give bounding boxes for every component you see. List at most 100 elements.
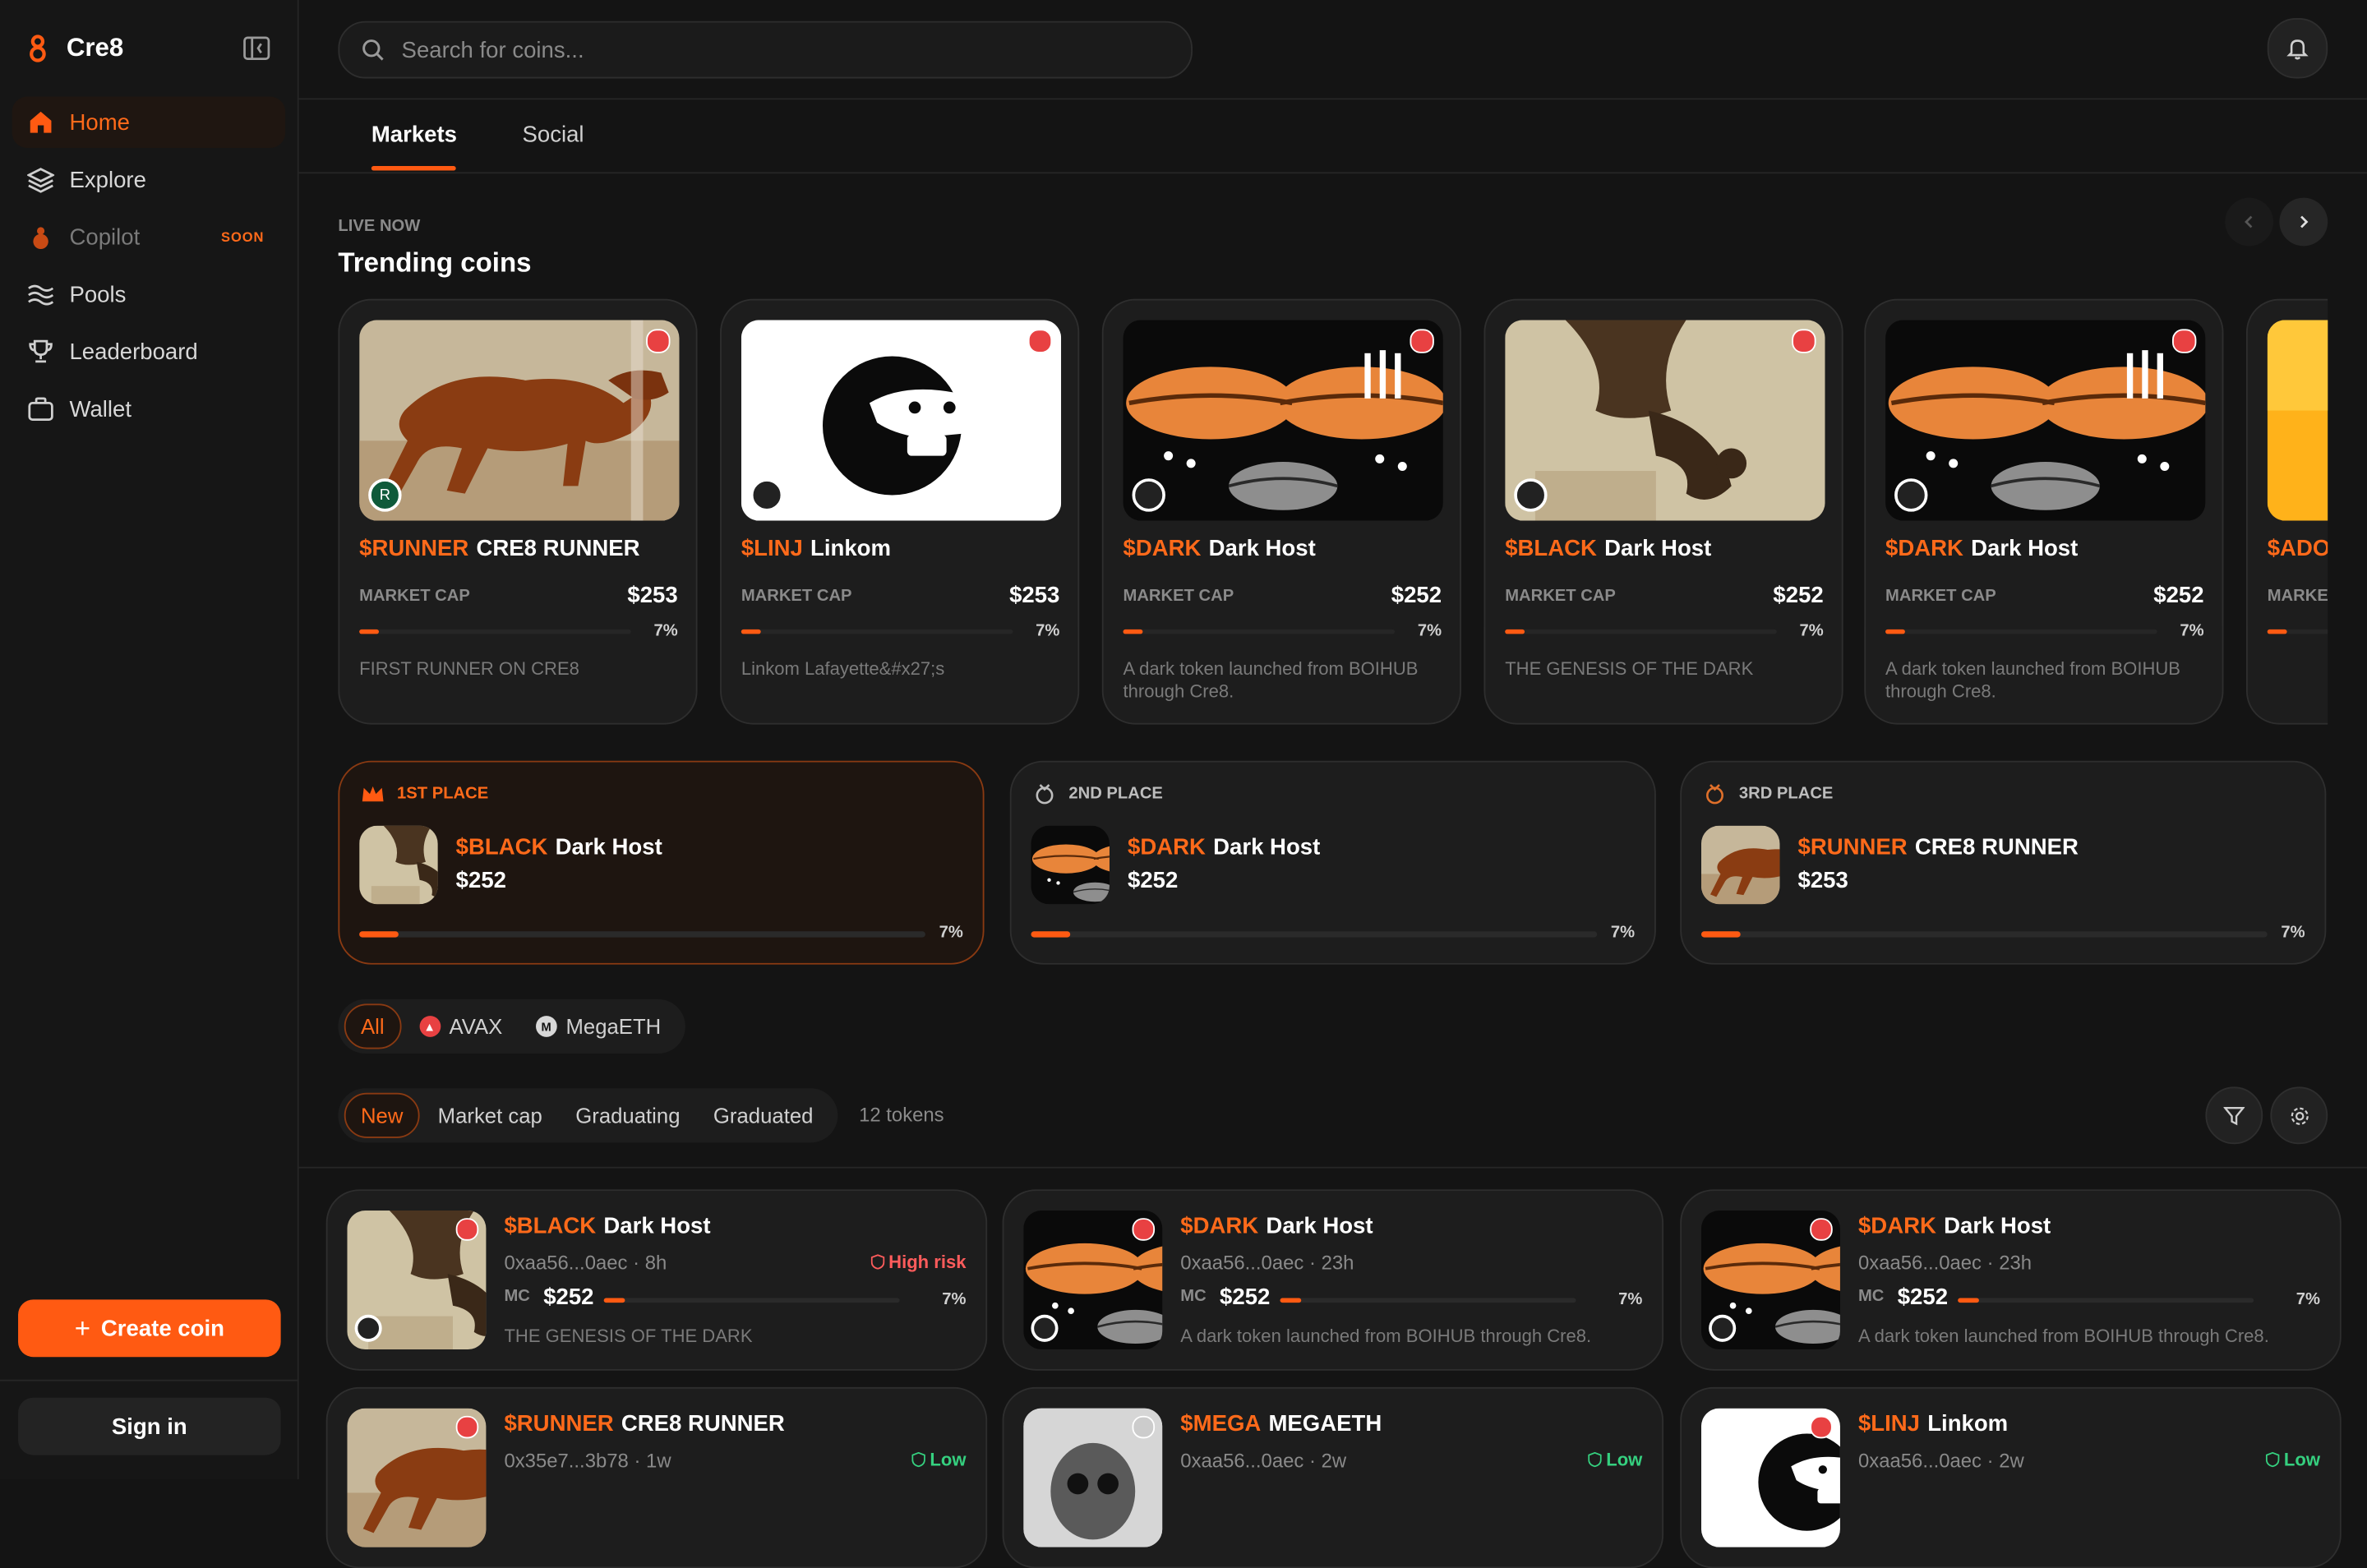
avax-chain-icon <box>2172 329 2197 353</box>
tab-social[interactable]: Social <box>522 122 584 148</box>
coin-name: $BLACK Dark Host <box>1505 536 1712 562</box>
market-cap-value: $252 <box>1391 582 1442 609</box>
medal-icon <box>1706 784 1723 805</box>
trending-card[interactable]: R $RUNNER CRE8 RUNNER MARKET CAP $253 7% … <box>338 298 698 725</box>
chain-filter-megaeth[interactable]: M MegaETH <box>520 1003 676 1049</box>
waves-icon <box>27 281 54 308</box>
sidebar-item-home[interactable]: Home <box>12 96 286 148</box>
market-cap-value: $252 <box>543 1284 594 1311</box>
token-card[interactable]: $MEGA MEGAETH 0xaa56...0aec · 2w Low <box>1002 1386 1664 1568</box>
progress-percent: 7% <box>1417 621 1442 640</box>
progress-bar <box>359 629 631 634</box>
sort-graduated[interactable]: Graduated <box>699 1093 828 1138</box>
shield-icon <box>911 1451 925 1468</box>
sidebar-item-explore[interactable]: Explore <box>12 154 285 205</box>
coin-image <box>359 825 438 905</box>
avax-chain-icon <box>455 1415 479 1439</box>
coin-image <box>1885 320 2205 520</box>
chevron-right-icon <box>2300 215 2309 228</box>
contract-address: 0xaa56...0aec · 23h <box>1857 1251 2032 1275</box>
coin-name: $DARK Dark Host <box>1123 536 1316 562</box>
coin-image <box>1023 1211 1163 1350</box>
progress-bar <box>1031 931 1598 938</box>
progress-bar <box>603 1298 900 1303</box>
sidebar-item-label: Home <box>69 109 130 136</box>
coin-description: Linkom Lafayette&#x27;s <box>741 657 945 680</box>
sidebar-item-leaderboard[interactable]: Leaderboard <box>12 326 285 377</box>
leader-card-third[interactable]: 3RD PLACE $RUNNER CRE8 RUNNER $253 7% <box>1680 760 2327 965</box>
settings-button[interactable] <box>2270 1086 2328 1145</box>
progress-percent: 7% <box>1799 621 1824 640</box>
coin-name: $BLACK Dark Host <box>455 834 662 860</box>
progress-percent: 7% <box>2281 924 2305 943</box>
coin-description: THE GENESIS OF THE DARK <box>1505 657 1754 680</box>
place-label: 1ST PLACE <box>397 785 489 804</box>
carousel-prev-button[interactable] <box>2225 197 2274 247</box>
token-card[interactable]: $BLACK Dark Host 0xaa56...0aec · 8h High … <box>325 1189 988 1371</box>
shield-icon <box>870 1254 884 1270</box>
notifications-button[interactable] <box>2267 18 2328 79</box>
shield-icon <box>1588 1451 1602 1468</box>
sidebar-item-pools[interactable]: Pools <box>12 269 285 320</box>
sort-new[interactable]: New <box>344 1092 420 1138</box>
create-coin-button[interactable]: + Create coin <box>18 1299 281 1358</box>
progress-bar <box>1700 931 2268 938</box>
risk-badge: Low <box>911 1449 966 1470</box>
sign-in-button[interactable]: Sign in <box>18 1397 281 1455</box>
sidebar-collapse-icon[interactable] <box>243 36 270 61</box>
coin-name: $BLACK Dark Host <box>504 1213 711 1239</box>
trending-card[interactable]: $DARK Dark Host MARKET CAP $252 7% A dark… <box>1101 298 1461 725</box>
place-label: 3RD PLACE <box>1738 785 1834 804</box>
coin-name: $LINJ Linkom <box>741 536 892 562</box>
sidebar-item-copilot[interactable]: Copilot SOON <box>12 211 285 262</box>
tab-markets[interactable]: Markets <box>371 122 457 148</box>
leader-card-first[interactable]: 1ST PLACE $BLACK Dark Host $252 7% <box>338 760 985 965</box>
trending-card[interactable]: $LINJ Linkom MARKET CAP $253 7% Linkom La… <box>720 298 1080 725</box>
creator-avatar <box>354 1314 382 1342</box>
coin-name: $RUNNER CRE8 RUNNER <box>359 536 640 562</box>
brand[interactable]: Cre8 <box>27 30 123 67</box>
filter-button[interactable] <box>2205 1086 2263 1145</box>
sidebar-item-wallet[interactable]: Wallet <box>12 384 285 435</box>
avax-icon: ▲ <box>418 1016 441 1037</box>
risk-badge: Low <box>1588 1449 1642 1470</box>
trending-card[interactable]: $BLACK Dark Host MARKET CAP $252 7% THE G… <box>1483 298 1843 725</box>
coin-description: A dark token launched from BOIHUB throug… <box>1857 1325 2269 1347</box>
progress-bar <box>1280 1298 1576 1303</box>
creator-avatar <box>1709 1314 1737 1342</box>
coin-name: $DARK Dark Host <box>1180 1213 1373 1239</box>
soon-badge: SOON <box>221 229 265 245</box>
leader-card-second[interactable]: 2ND PLACE $DARK Dark Host $252 7% <box>1009 760 1656 965</box>
avax-chain-icon <box>1810 1415 1833 1439</box>
market-cap-label: MARKET CAP <box>1505 587 1616 606</box>
progress-percent: 7% <box>939 924 963 943</box>
token-card[interactable]: $RUNNER CRE8 RUNNER 0x35e7...3b78 · 1w Lo… <box>325 1386 988 1568</box>
trending-card[interactable]: $DARK Dark Host MARKET CAP $252 7% A dark… <box>1864 298 2224 725</box>
sort-graduating[interactable]: Graduating <box>561 1093 695 1138</box>
layers-icon <box>27 166 55 193</box>
sort-market-cap[interactable]: Market cap <box>422 1093 557 1138</box>
carousel-next-button[interactable] <box>2279 197 2328 247</box>
sidebar-item-label: Leaderboard <box>69 339 198 365</box>
search-input[interactable] <box>398 35 1129 65</box>
sidebar-item-label: Copilot <box>69 224 141 250</box>
search-bar[interactable] <box>338 21 1193 79</box>
avax-chain-icon <box>1810 1218 1833 1241</box>
token-card[interactable]: $DARK Dark Host 0xaa56...0aec · 23h MC $2… <box>1680 1189 2342 1371</box>
contract-address: 0xaa56...0aec · 2w <box>1857 1449 2024 1472</box>
chain-filter-avax[interactable]: ▲ AVAX <box>404 1003 517 1049</box>
token-card[interactable]: $LINJ Linkom 0xaa56...0aec · 2w Low <box>1680 1386 2342 1568</box>
tab-bar: Markets Social <box>298 99 2367 174</box>
progress-percent: 7% <box>1618 1290 1643 1309</box>
coin-image <box>1023 1408 1163 1547</box>
creator-avatar <box>1894 478 1928 512</box>
chain-filter-all[interactable]: All <box>344 1003 401 1049</box>
divider <box>0 1379 298 1381</box>
trending-card[interactable]: $ADO MARKET CAP <box>2246 298 2328 725</box>
token-card[interactable]: $DARK Dark Host 0xaa56...0aec · 23h MC $2… <box>1002 1189 1664 1371</box>
chevron-left-icon <box>2245 215 2253 228</box>
avax-chain-icon <box>1027 329 1053 353</box>
coin-image <box>1124 320 1443 520</box>
coin-name: $RUNNER CRE8 RUNNER <box>504 1411 785 1437</box>
sidebar-item-label: Wallet <box>69 396 132 422</box>
